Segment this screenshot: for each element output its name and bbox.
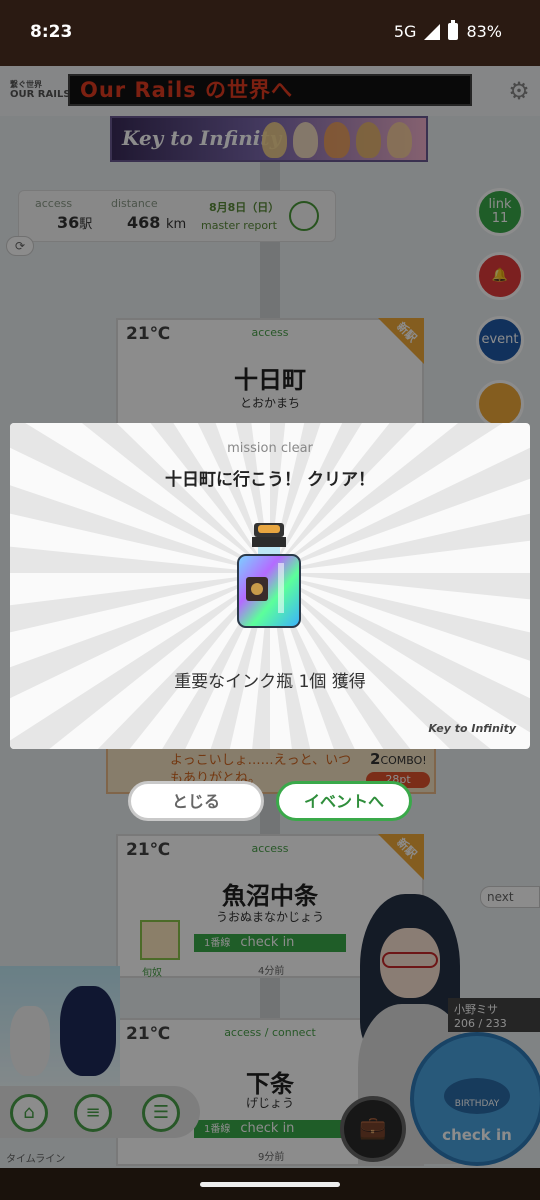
clock: 8:23: [30, 22, 73, 42]
gesture-bar: [0, 1168, 540, 1200]
home-indicator[interactable]: [200, 1182, 340, 1187]
battery-level: 83%: [466, 22, 502, 41]
dialog-kicker: mission clear: [227, 441, 313, 456]
network-label: 5G: [393, 22, 417, 41]
go-to-event-button[interactable]: イベントへ: [276, 781, 412, 821]
battery-icon: [448, 20, 459, 40]
signal-icon: [424, 23, 441, 40]
dialog-title: 十日町に行こう！ クリア！: [165, 470, 375, 490]
reward-text: 重要なインク瓶 1個 獲得: [174, 672, 366, 692]
mission-clear-dialog: mission clear 十日町に行こう！ クリア！ 重要なインク瓶 1個 獲…: [10, 423, 530, 749]
status-bar: 8:23 5G 83%: [0, 0, 540, 66]
ink-bottle-icon: [237, 523, 301, 628]
close-button[interactable]: とじる: [128, 781, 264, 821]
brand-logo: Key to Infinity: [428, 722, 516, 735]
